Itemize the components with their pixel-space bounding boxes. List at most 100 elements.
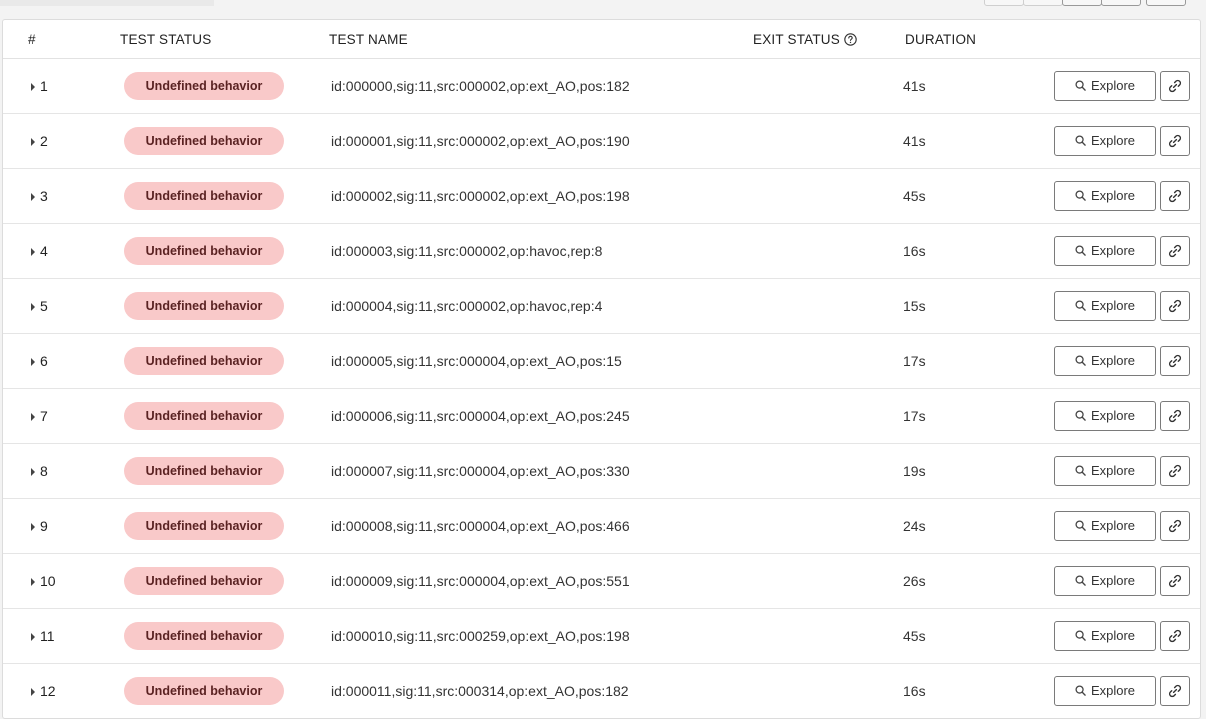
link-icon xyxy=(1168,464,1182,478)
explore-button-label: Explore xyxy=(1090,408,1136,423)
test-duration: 41s xyxy=(903,133,926,149)
explore-button[interactable]: Explore xyxy=(1054,236,1156,266)
link-icon xyxy=(1168,244,1182,258)
search-icon xyxy=(1075,355,1086,366)
copy-link-button[interactable] xyxy=(1160,676,1190,706)
explore-button-label: Explore xyxy=(1090,78,1136,93)
explore-button[interactable]: Explore xyxy=(1054,126,1156,156)
explore-button-label: Explore xyxy=(1090,298,1136,313)
search-icon xyxy=(1075,190,1086,201)
test-name: id:000003,sig:11,src:000002,op:havoc,rep… xyxy=(331,243,603,259)
row-index: 7 xyxy=(40,408,48,424)
expand-caret-icon[interactable] xyxy=(31,138,35,146)
search-icon xyxy=(1075,410,1086,421)
toolbar-button-3[interactable] xyxy=(1062,0,1102,6)
toolbar-button-2[interactable] xyxy=(1023,0,1063,6)
table-row[interactable]: 8 Undefined behavior id:000007,sig:11,src:… xyxy=(3,444,1200,499)
copy-link-button[interactable] xyxy=(1160,346,1190,376)
expand-caret-icon[interactable] xyxy=(31,358,35,366)
explore-button-label: Explore xyxy=(1090,463,1136,478)
toolbar-button-1[interactable] xyxy=(984,0,1024,6)
test-duration: 16s xyxy=(903,243,926,259)
header-index[interactable]: # xyxy=(28,32,36,48)
expand-caret-icon[interactable] xyxy=(31,193,35,201)
explore-button[interactable]: Explore xyxy=(1054,676,1156,706)
test-duration: 45s xyxy=(903,628,926,644)
toolbar-button-4[interactable] xyxy=(1101,0,1141,6)
copy-link-button[interactable] xyxy=(1160,566,1190,596)
link-icon xyxy=(1168,354,1182,368)
copy-link-button[interactable] xyxy=(1160,621,1190,651)
expand-caret-icon[interactable] xyxy=(31,468,35,476)
expand-caret-icon[interactable] xyxy=(31,413,35,421)
header-test-status[interactable]: TEST STATUS xyxy=(120,32,211,48)
expand-caret-icon[interactable] xyxy=(31,303,35,311)
table-row[interactable]: 11 Undefined behavior id:000010,sig:11,src… xyxy=(3,609,1200,664)
row-index: 3 xyxy=(40,188,48,204)
table-row[interactable]: 9 Undefined behavior id:000008,sig:11,src:… xyxy=(3,499,1200,554)
expand-caret-icon[interactable] xyxy=(31,688,35,696)
explore-button[interactable]: Explore xyxy=(1054,511,1156,541)
test-duration: 16s xyxy=(903,683,926,699)
copy-link-button[interactable] xyxy=(1160,71,1190,101)
row-index: 6 xyxy=(40,353,48,369)
copy-link-button[interactable] xyxy=(1160,181,1190,211)
row-index: 5 xyxy=(40,298,48,314)
explore-button[interactable]: Explore xyxy=(1054,621,1156,651)
search-icon xyxy=(1075,80,1086,91)
copy-link-button[interactable] xyxy=(1160,456,1190,486)
table-row[interactable]: 12 Undefined behavior id:000011,sig:11,src… xyxy=(3,664,1200,718)
header-exit-status-label[interactable]: EXIT STATUS xyxy=(753,32,840,47)
search-icon xyxy=(1075,630,1086,641)
explore-button[interactable]: Explore xyxy=(1054,456,1156,486)
expand-caret-icon[interactable] xyxy=(31,248,35,256)
search-icon xyxy=(1075,465,1086,476)
link-icon xyxy=(1168,574,1182,588)
explore-button-label: Explore xyxy=(1090,353,1136,368)
table-row[interactable]: 7 Undefined behavior id:000006,sig:11,src:… xyxy=(3,389,1200,444)
header-duration[interactable]: DURATION xyxy=(905,32,976,48)
table-row[interactable]: 3 Undefined behavior id:000002,sig:11,src:… xyxy=(3,169,1200,224)
search-icon xyxy=(1075,575,1086,586)
copy-link-button[interactable] xyxy=(1160,291,1190,321)
link-icon xyxy=(1168,684,1182,698)
explore-button[interactable]: Explore xyxy=(1054,181,1156,211)
help-circle-icon[interactable] xyxy=(844,33,857,46)
copy-link-button[interactable] xyxy=(1160,511,1190,541)
test-duration: 45s xyxy=(903,188,926,204)
test-duration: 19s xyxy=(903,463,926,479)
copy-link-button[interactable] xyxy=(1160,236,1190,266)
table-row[interactable]: 2 Undefined behavior id:000001,sig:11,src:… xyxy=(3,114,1200,169)
expand-caret-icon[interactable] xyxy=(31,83,35,91)
expand-caret-icon[interactable] xyxy=(31,578,35,586)
status-badge: Undefined behavior xyxy=(124,622,284,650)
explore-button[interactable]: Explore xyxy=(1054,346,1156,376)
table-row[interactable]: 5 Undefined behavior id:000004,sig:11,src:… xyxy=(3,279,1200,334)
explore-button-label: Explore xyxy=(1090,573,1136,588)
explore-button-label: Explore xyxy=(1090,683,1136,698)
copy-link-button[interactable] xyxy=(1160,126,1190,156)
test-duration: 41s xyxy=(903,78,926,94)
header-test-name[interactable]: TEST NAME xyxy=(329,32,408,48)
explore-button[interactable]: Explore xyxy=(1054,566,1156,596)
explore-button[interactable]: Explore xyxy=(1054,291,1156,321)
copy-link-button[interactable] xyxy=(1160,401,1190,431)
expand-caret-icon[interactable] xyxy=(31,633,35,641)
expand-caret-icon[interactable] xyxy=(31,523,35,531)
explore-button-label: Explore xyxy=(1090,628,1136,643)
explore-button-label: Explore xyxy=(1090,518,1136,533)
test-name: id:000008,sig:11,src:000004,op:ext_AO,po… xyxy=(331,518,630,534)
status-badge: Undefined behavior xyxy=(124,457,284,485)
table-row[interactable]: 10 Undefined behavior id:000009,sig:11,src… xyxy=(3,554,1200,609)
search-field-edge[interactable] xyxy=(0,0,214,6)
toolbar-button-5[interactable] xyxy=(1146,0,1186,6)
table-row[interactable]: 4 Undefined behavior id:000003,sig:11,src:… xyxy=(3,224,1200,279)
table-header: # TEST STATUS TEST NAME EXIT STATUS DURA… xyxy=(3,20,1200,59)
explore-button[interactable]: Explore xyxy=(1054,401,1156,431)
row-index: 10 xyxy=(40,573,56,589)
table-row[interactable]: 1 Undefined behavior id:000000,sig:11,src:… xyxy=(3,59,1200,114)
table-row[interactable]: 6 Undefined behavior id:000005,sig:11,src:… xyxy=(3,334,1200,389)
search-icon xyxy=(1075,245,1086,256)
explore-button[interactable]: Explore xyxy=(1054,71,1156,101)
test-name: id:000006,sig:11,src:000004,op:ext_AO,po… xyxy=(331,408,630,424)
